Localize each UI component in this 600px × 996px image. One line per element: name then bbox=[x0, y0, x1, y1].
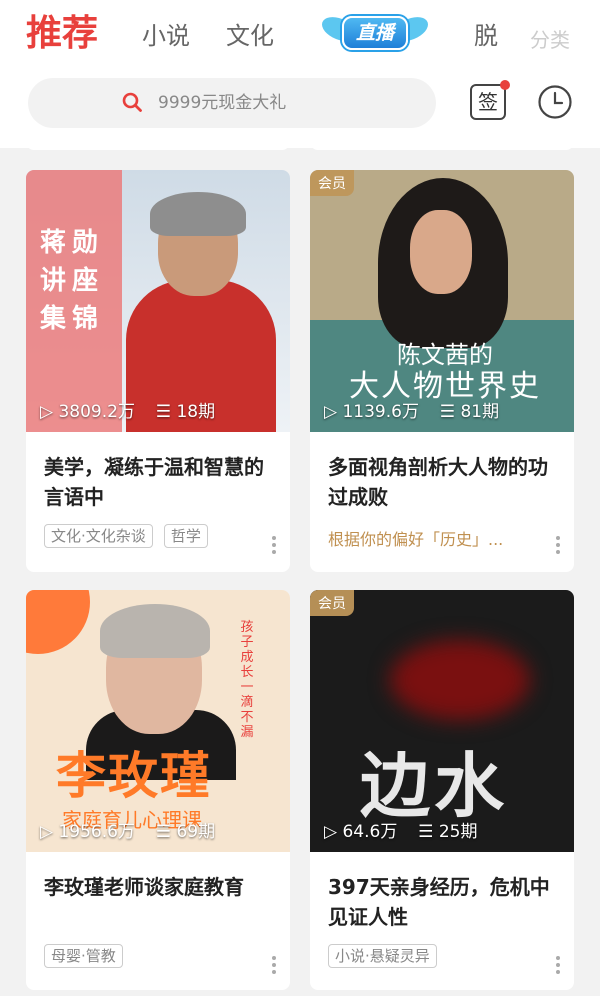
album-cover[interactable]: 陈文茜的 大人物世界史 会员 ▷ 1139.6万 ☰ 81期 bbox=[310, 170, 574, 432]
tag[interactable]: 哲学 bbox=[163, 524, 208, 548]
tab-talkshow[interactable]: 脱 bbox=[474, 16, 498, 56]
top-header: 推荐 小说 文化 直播 脱 分类 9999元现金大礼 签 bbox=[0, 0, 600, 148]
play-count: 1139.6万 bbox=[342, 402, 419, 422]
album-cover[interactable]: 边水 会员 ▷ 64.6万 ☰ 25期 bbox=[310, 590, 574, 852]
episodes-icon: ☰ bbox=[155, 822, 172, 842]
episode-count: 25期 bbox=[438, 822, 478, 842]
more-options-icon[interactable] bbox=[556, 956, 560, 976]
live-label: 直播 bbox=[342, 16, 408, 50]
play-icon: ▷ bbox=[324, 822, 338, 842]
play-icon: ▷ bbox=[40, 822, 54, 842]
album-title[interactable]: 397天亲身经历，危机中见证人性 bbox=[328, 872, 558, 932]
album-card[interactable]: 陈文茜的 大人物世界史 会员 ▷ 1139.6万 ☰ 81期 多面视角剖析大人物… bbox=[310, 170, 574, 572]
cover-title: 蒋勋讲座集锦 bbox=[40, 228, 105, 334]
live-stream-logo[interactable]: 直播 bbox=[322, 12, 428, 54]
album-card[interactable]: 边水 会员 ▷ 64.6万 ☰ 25期 397天亲身经历，危机中见证人性 小说·… bbox=[310, 590, 574, 990]
vip-badge: 会员 bbox=[310, 590, 354, 616]
recommend-reason: 根据你的偏好「历史」... bbox=[328, 530, 504, 549]
play-icon: ▷ bbox=[324, 402, 338, 422]
notification-dot bbox=[500, 80, 510, 90]
tag[interactable]: 母婴·管教 bbox=[44, 944, 123, 968]
episodes-icon: ☰ bbox=[155, 402, 172, 422]
album-card[interactable]: 孩子成长一滴不漏 李玫瑾 家庭育儿心理课 ▷ 1956.6万 ☰ 69期 李玫瑾… bbox=[26, 590, 290, 990]
tag-list: 小说·悬疑灵异 bbox=[328, 944, 443, 968]
tab-novel[interactable]: 小说 bbox=[142, 16, 190, 56]
play-count: 1956.6万 bbox=[58, 822, 135, 842]
cover-decoration bbox=[26, 590, 90, 654]
album-title[interactable]: 美学，凝练于温和智慧的言语中 bbox=[44, 452, 274, 512]
album-card[interactable]: 蒋勋讲座集锦 ▷ 3809.2万 ☰ 18期 美学，凝练于温和智慧的言语中 文化… bbox=[26, 170, 290, 572]
more-options-icon[interactable] bbox=[556, 536, 560, 556]
more-options-icon[interactable] bbox=[272, 956, 276, 976]
cover-stats: ▷ 1956.6万 ☰ 69期 bbox=[40, 817, 215, 842]
tag[interactable]: 文化·文化杂谈 bbox=[44, 524, 153, 548]
album-cover[interactable]: 孩子成长一滴不漏 李玫瑾 家庭育儿心理课 ▷ 1956.6万 ☰ 69期 bbox=[26, 590, 290, 852]
play-count: 3809.2万 bbox=[58, 402, 135, 422]
tag-list: 母婴·管教 bbox=[44, 944, 129, 968]
previous-card-edge bbox=[310, 140, 574, 150]
album-title[interactable]: 李玫瑾老师谈家庭教育 bbox=[44, 872, 274, 902]
cover-decoration bbox=[390, 640, 530, 720]
cover-figure bbox=[100, 604, 210, 658]
album-cover[interactable]: 蒋勋讲座集锦 ▷ 3809.2万 ☰ 18期 bbox=[26, 170, 290, 432]
cover-figure bbox=[150, 192, 246, 236]
cover-title: 李玫瑾 bbox=[56, 747, 212, 805]
play-icon: ▷ bbox=[40, 402, 54, 422]
cover-figure bbox=[410, 210, 472, 294]
episode-count: 69期 bbox=[176, 822, 216, 842]
tab-category[interactable]: 分类 bbox=[530, 20, 570, 60]
cover-stats: ▷ 64.6万 ☰ 25期 bbox=[324, 817, 477, 842]
tag-list: 文化·文化杂谈 哲学 bbox=[44, 524, 214, 548]
search-icon bbox=[122, 92, 142, 112]
tag[interactable]: 小说·悬疑灵异 bbox=[328, 944, 437, 968]
cover-stats: ▷ 3809.2万 ☰ 18期 bbox=[40, 397, 215, 422]
episode-count: 18期 bbox=[176, 402, 216, 422]
play-count: 64.6万 bbox=[342, 822, 398, 842]
cover-stats: ▷ 1139.6万 ☰ 81期 bbox=[324, 397, 499, 422]
search-bar[interactable]: 9999元现金大礼 bbox=[28, 78, 436, 128]
tab-culture[interactable]: 文化 bbox=[226, 16, 274, 56]
tab-recommend[interactable]: 推荐 bbox=[26, 10, 98, 58]
clock-icon[interactable] bbox=[537, 84, 573, 120]
cover-title: 陈文茜的 bbox=[397, 341, 493, 369]
search-placeholder: 9999元现金大礼 bbox=[158, 93, 287, 113]
episode-count: 81期 bbox=[460, 402, 500, 422]
episodes-icon: ☰ bbox=[439, 402, 456, 422]
cover-side-text: 孩子成长一滴不漏 bbox=[240, 620, 254, 740]
episodes-icon: ☰ bbox=[418, 822, 434, 842]
cover-title: 边水 bbox=[360, 745, 508, 827]
sign-in-button[interactable]: 签 bbox=[470, 84, 506, 120]
previous-card-edge bbox=[26, 140, 290, 150]
more-options-icon[interactable] bbox=[272, 536, 276, 556]
vip-badge: 会员 bbox=[310, 170, 354, 196]
album-title[interactable]: 多面视角剖析大人物的功过成败 bbox=[328, 452, 558, 512]
